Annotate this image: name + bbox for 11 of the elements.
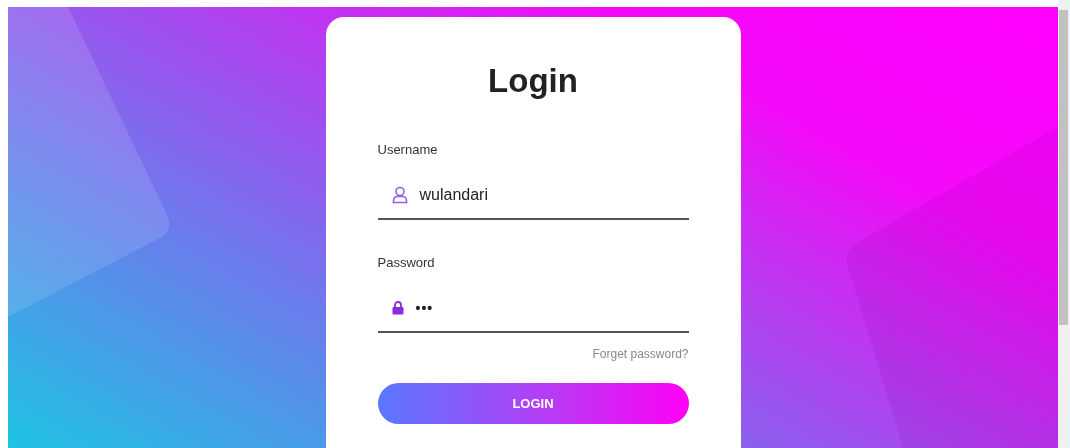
field-label: Username — [377, 142, 438, 158]
user-icon — [391, 186, 408, 204]
input-field[interactable]: wulandari — [377, 172, 689, 220]
input-field[interactable]: ••• — [377, 285, 689, 333]
forgot-password-link[interactable]: Forget password? — [592, 346, 689, 362]
lock-icon — [391, 301, 404, 315]
login-button[interactable]: LOGIN — [377, 383, 689, 424]
scrollbar-thumb[interactable] — [1059, 10, 1068, 325]
field-label: Password — [377, 255, 435, 271]
scrollbar[interactable] — [1058, 0, 1070, 448]
login-title: Login — [487, 61, 579, 101]
